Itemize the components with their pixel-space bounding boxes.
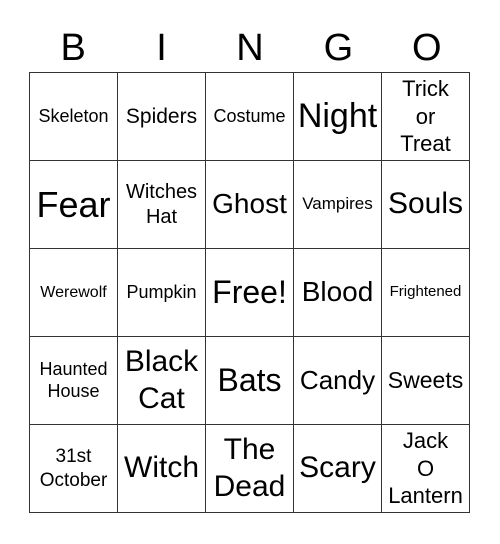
bingo-cell[interactable]: The Dead bbox=[206, 425, 294, 513]
bingo-grid: Skeleton Spiders Costume Night Trick or Trea… bbox=[29, 72, 470, 513]
bingo-cell[interactable]: Haunted House bbox=[30, 337, 118, 425]
header-letter-i: I bbox=[156, 27, 167, 69]
bingo-cell[interactable]: Costume bbox=[206, 73, 294, 161]
bingo-cell[interactable]: Blood bbox=[294, 249, 382, 337]
header-letter-b: B bbox=[60, 27, 86, 69]
bingo-cell[interactable]: Scary bbox=[294, 425, 382, 513]
bingo-cell[interactable]: Ghost bbox=[206, 161, 294, 249]
header-letter-o: O bbox=[411, 27, 442, 69]
bingo-cell[interactable]: Frightened bbox=[382, 249, 470, 337]
bingo-cell[interactable]: Vampires bbox=[294, 161, 382, 249]
bingo-cell[interactable]: Werewolf bbox=[30, 249, 118, 337]
bingo-cell[interactable]: Candy bbox=[294, 337, 382, 425]
bingo-cell[interactable]: Night bbox=[294, 73, 382, 161]
bingo-cell[interactable]: Black Cat bbox=[118, 337, 206, 425]
bingo-cell[interactable]: Souls bbox=[382, 161, 470, 249]
bingo-cell[interactable]: Sweets bbox=[382, 337, 470, 425]
bingo-cell[interactable]: Jack O Lantern bbox=[382, 425, 470, 513]
bingo-cell[interactable]: Trick or Treat bbox=[382, 73, 470, 161]
header-letter-g: G bbox=[323, 27, 354, 69]
bingo-cell[interactable]: Witches Hat bbox=[118, 161, 206, 249]
bingo-cell[interactable]: 31st October bbox=[30, 425, 118, 513]
bingo-cell[interactable]: Spiders bbox=[118, 73, 206, 161]
bingo-cell[interactable]: Skeleton bbox=[30, 73, 118, 161]
header-letter-n: N bbox=[236, 27, 264, 69]
bingo-header: B I N G O bbox=[29, 26, 471, 70]
bingo-cell[interactable]: Bats bbox=[206, 337, 294, 425]
bingo-cell[interactable]: Free! bbox=[206, 249, 294, 337]
bingo-cell[interactable]: Fear bbox=[30, 161, 118, 249]
bingo-cell[interactable]: Witch bbox=[118, 425, 206, 513]
bingo-cell[interactable]: Pumpkin bbox=[118, 249, 206, 337]
